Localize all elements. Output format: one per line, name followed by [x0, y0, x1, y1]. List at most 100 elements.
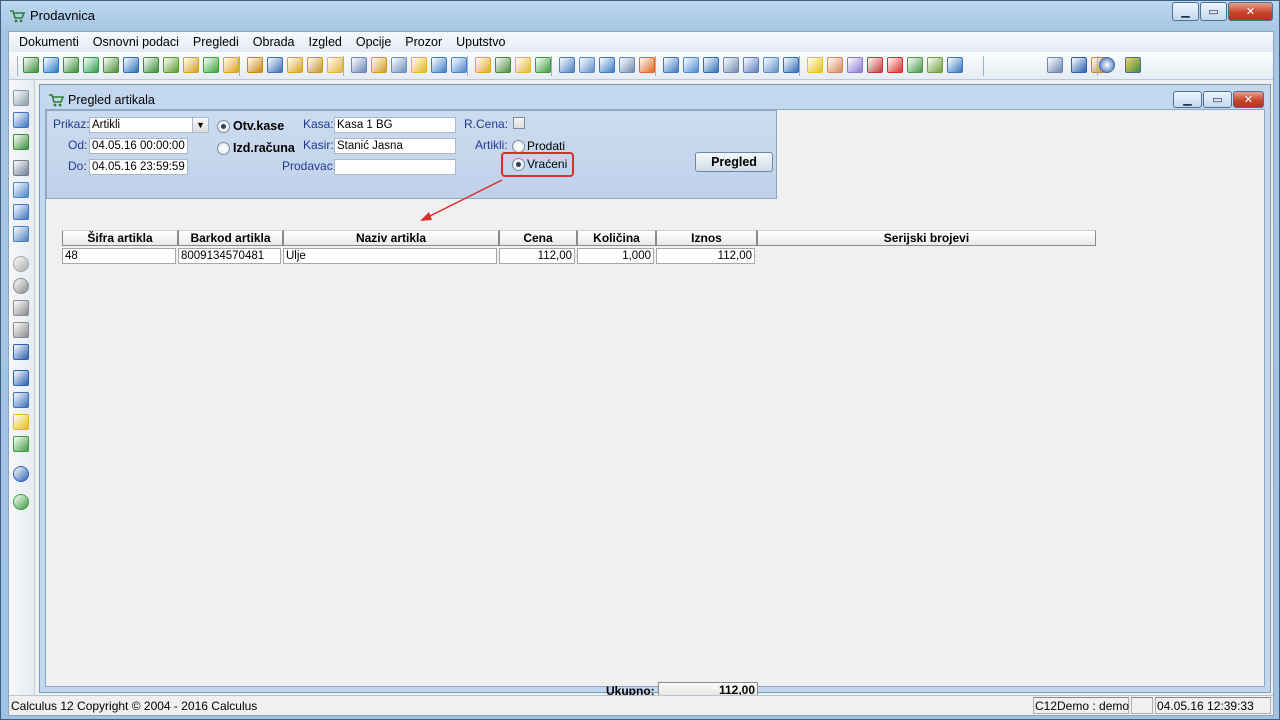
toolbar-button-icon[interactable]	[183, 57, 199, 73]
word-icon[interactable]	[13, 226, 29, 242]
vraceni-radio[interactable]	[512, 158, 525, 171]
toolbar-button-icon[interactable]	[247, 57, 263, 73]
cell-kolicina[interactable]: 1,000	[577, 248, 654, 264]
toolbar-button-icon[interactable]	[103, 57, 119, 73]
toolbar-button-icon[interactable]	[1071, 57, 1087, 73]
toolbar-button-icon[interactable]	[411, 57, 427, 73]
toolbar-button-icon[interactable]	[287, 57, 303, 73]
open-icon[interactable]	[13, 112, 29, 128]
toolbar-button-icon[interactable]	[203, 57, 219, 73]
toolbar-button-icon[interactable]	[599, 57, 615, 73]
find-next-icon[interactable]	[13, 370, 29, 386]
toolbar-button-icon[interactable]	[163, 57, 179, 73]
toolbar-button-icon[interactable]	[143, 57, 159, 73]
col-barkod[interactable]: Barkod artikla	[178, 230, 283, 246]
cell-naziv[interactable]: Ulje	[283, 248, 497, 264]
toolbar-button-icon[interactable]	[267, 57, 283, 73]
expand-icon[interactable]	[13, 436, 29, 452]
toolbar-button-icon[interactable]	[515, 57, 531, 73]
cell-barkod[interactable]: 8009134570481	[178, 248, 281, 264]
help-icon[interactable]	[1099, 57, 1115, 73]
col-serijski[interactable]: Serijski brojevi	[757, 230, 1096, 246]
toolbar-button-icon[interactable]	[763, 57, 779, 73]
col-kolicina[interactable]: Količina	[577, 230, 656, 246]
undo-icon[interactable]	[13, 300, 29, 316]
izd-racuna-radio[interactable]	[217, 142, 230, 155]
child-maximize-button[interactable]: ▭	[1203, 91, 1232, 108]
close-button[interactable]: ✕	[1228, 2, 1273, 21]
toolbar-button-icon[interactable]	[723, 57, 739, 73]
do-date-input[interactable]: 04.05.16 23:59:59	[89, 159, 188, 175]
table-row[interactable]: 48 8009134570481 Ulje 112,00 1,000 112,0…	[62, 248, 757, 264]
toolbar-button-icon[interactable]	[827, 57, 843, 73]
exit-icon[interactable]	[1125, 57, 1141, 73]
toolbar-button-icon[interactable]	[907, 57, 923, 73]
remove-icon[interactable]	[13, 278, 29, 294]
menu-prozor[interactable]: Prozor	[398, 35, 449, 49]
chevron-down-icon[interactable]: ▼	[192, 117, 209, 133]
toolbar-button-icon[interactable]	[807, 57, 823, 73]
toolbar-button-icon[interactable]	[371, 57, 387, 73]
save-icon[interactable]	[13, 90, 29, 106]
copy-icon[interactable]	[13, 204, 29, 220]
new-icon[interactable]	[13, 134, 29, 150]
kasir-input[interactable]: Stanić Jasna	[334, 138, 456, 154]
menu-dokumenti[interactable]: Dokumenti	[12, 35, 86, 49]
cell-cena[interactable]: 112,00	[499, 248, 575, 264]
otv-kase-radio[interactable]	[217, 120, 230, 133]
toolbar-button-icon[interactable]	[83, 57, 99, 73]
child-close-button[interactable]: ✕	[1233, 91, 1264, 108]
toolbar-button-icon[interactable]	[351, 57, 367, 73]
toolbar-button-icon[interactable]	[947, 57, 963, 73]
menu-izgled[interactable]: Izgled	[302, 35, 349, 49]
toolbar-button-icon[interactable]	[123, 57, 139, 73]
pregled-button[interactable]: Pregled	[695, 152, 773, 172]
toolbar-button-icon[interactable]	[23, 57, 39, 73]
toolbar-button-icon[interactable]	[887, 57, 903, 73]
col-naziv[interactable]: Naziv artikla	[283, 230, 499, 246]
rcena-checkbox[interactable]	[513, 117, 525, 129]
filter-icon[interactable]	[13, 414, 29, 430]
edit-icon[interactable]	[13, 322, 29, 338]
prodavac-input[interactable]	[334, 159, 456, 175]
toolbar-button-icon[interactable]	[495, 57, 511, 73]
menu-osnovni-podaci[interactable]: Osnovni podaci	[86, 35, 186, 49]
toolbar-button-icon[interactable]	[1047, 57, 1063, 73]
kasa-input[interactable]: Kasa 1 BG	[334, 117, 456, 133]
toolbar-button-icon[interactable]	[431, 57, 447, 73]
minimize-button[interactable]: ▁	[1172, 2, 1199, 21]
toolbar-button-icon[interactable]	[683, 57, 699, 73]
preview-icon[interactable]	[13, 182, 29, 198]
toolbar-button-icon[interactable]	[619, 57, 635, 73]
menu-opcije[interactable]: Opcije	[349, 35, 398, 49]
cell-iznos[interactable]: 112,00	[656, 248, 755, 264]
ok-icon[interactable]	[13, 494, 29, 510]
cell-sifra[interactable]: 48	[62, 248, 176, 264]
toolbar-button-icon[interactable]	[847, 57, 863, 73]
prikaz-select[interactable]: Artikli	[89, 117, 209, 133]
toolbar-button-icon[interactable]	[927, 57, 943, 73]
od-date-input[interactable]: 04.05.16 00:00:00	[89, 138, 188, 154]
menu-obrada[interactable]: Obrada	[246, 35, 302, 49]
toolbar-button-icon[interactable]	[43, 57, 59, 73]
maximize-button[interactable]: ▭	[1200, 2, 1227, 21]
toolbar-button-icon[interactable]	[391, 57, 407, 73]
toolbar-button-icon[interactable]	[475, 57, 491, 73]
toolbar-button-icon[interactable]	[703, 57, 719, 73]
menu-pregledi[interactable]: Pregledi	[186, 35, 246, 49]
toolbar-button-icon[interactable]	[451, 57, 467, 73]
toolbar-button-icon[interactable]	[63, 57, 79, 73]
toolbar-button-icon[interactable]	[327, 57, 343, 73]
add-icon[interactable]	[13, 256, 29, 272]
col-cena[interactable]: Cena	[499, 230, 577, 246]
help-icon[interactable]	[13, 466, 29, 482]
toolbar-button-icon[interactable]	[559, 57, 575, 73]
toolbar-button-icon[interactable]	[579, 57, 595, 73]
toolbar-button-icon[interactable]	[535, 57, 551, 73]
toolbar-button-icon[interactable]	[743, 57, 759, 73]
menu-uputstvo[interactable]: Uputstvo	[449, 35, 512, 49]
toolbar-button-icon[interactable]	[783, 57, 799, 73]
child-minimize-button[interactable]: ▁	[1173, 91, 1202, 108]
toolbar-button-icon[interactable]	[663, 57, 679, 73]
sort-icon[interactable]	[13, 392, 29, 408]
